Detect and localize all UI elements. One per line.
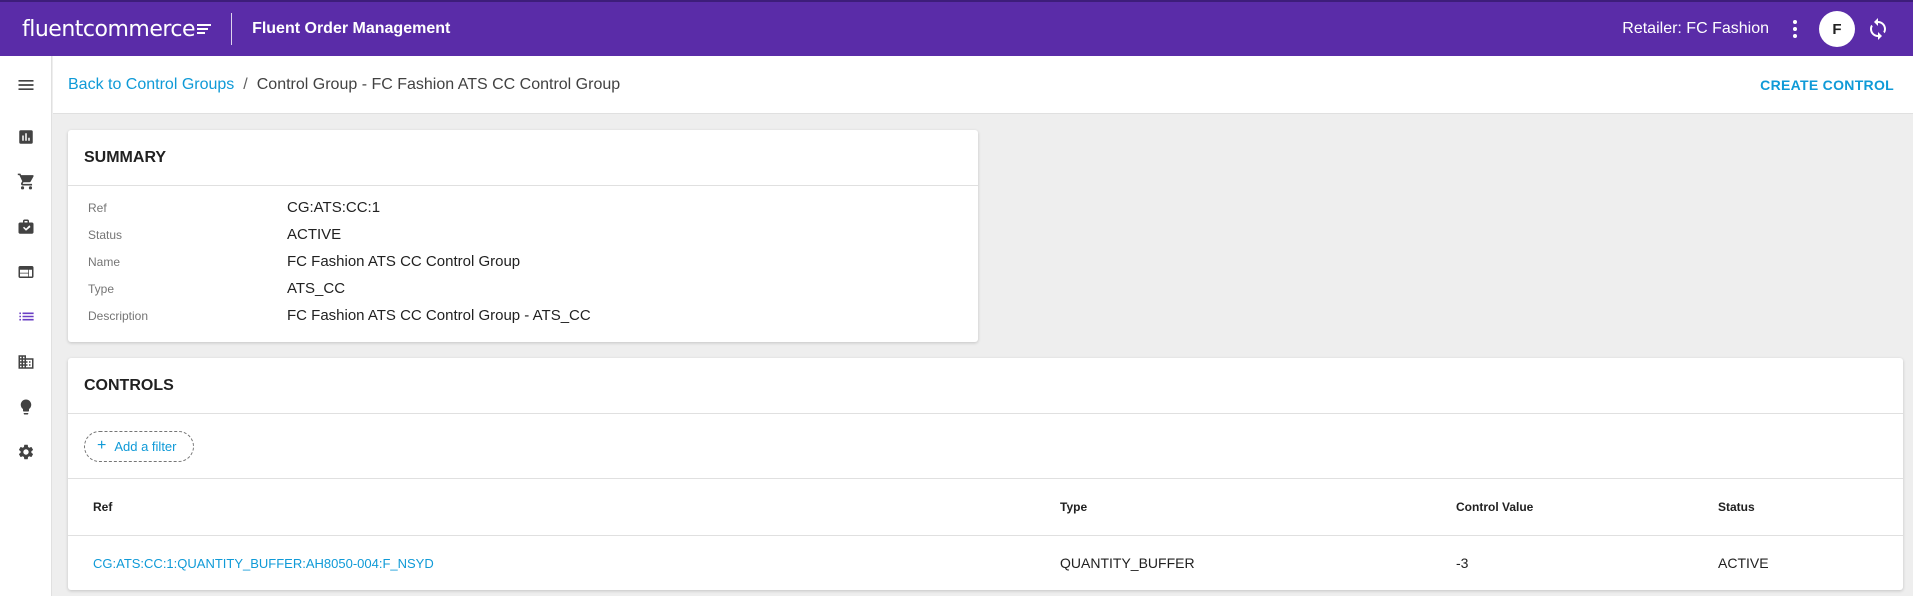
summary-label: Status [88, 227, 123, 242]
summary-rows: Ref CG:ATS:CC:1 Status ACTIVE Name FC Fa… [68, 186, 978, 329]
cell-status: ACTIVE [1718, 555, 1769, 572]
summary-card: SUMMARY Ref CG:ATS:CC:1 Status ACTIVE Na… [68, 130, 978, 342]
summary-row-name: Name FC Fashion ATS CC Control Group [68, 248, 978, 275]
controls-card: CONTROLS + Add a filter Ref Type Control… [68, 358, 1903, 590]
add-filter-label: Add a filter [114, 438, 177, 454]
back-to-control-groups-link[interactable]: Back to Control Groups [68, 76, 234, 94]
sync-icon[interactable] [1865, 16, 1891, 42]
summary-row-description: Description FC Fashion ATS CC Control Gr… [68, 302, 978, 329]
filter-area: + Add a filter [68, 414, 1903, 479]
add-filter-button[interactable]: + Add a filter [84, 430, 194, 462]
logo-lines-icon [197, 24, 212, 34]
column-header-type[interactable]: Type [1060, 479, 1456, 536]
page-title: Control Group - FC Fashion ATS CC Contro… [256, 75, 621, 93]
summary-row-status: Status ACTIVE [68, 221, 978, 248]
column-header-status[interactable]: Status [1718, 479, 1903, 536]
table-row[interactable]: CG:ATS:CC:1:QUANTITY_BUFFER:AH8050-004:F… [68, 535, 1903, 591]
fluentcommerce-logo[interactable]: fluentcommerce [22, 16, 212, 42]
breadcrumb: Back to Control Groups / Control Group -… [68, 76, 620, 94]
summary-label: Name [88, 254, 121, 269]
web-window-icon[interactable] [0, 249, 52, 294]
user-avatar[interactable]: F [1819, 11, 1855, 47]
summary-row-ref: Ref CG:ATS:CC:1 [68, 194, 978, 221]
summary-label: Description [88, 308, 149, 323]
create-control-button[interactable]: CREATE CONTROL [1760, 77, 1894, 93]
summary-label: Ref [88, 200, 107, 215]
column-header-control-value[interactable]: Control Value [1456, 479, 1718, 536]
summary-value: FC Fashion ATS CC Control Group [287, 253, 521, 270]
summary-title: SUMMARY [68, 130, 978, 186]
summary-row-type: Type ATS_CC [68, 275, 978, 302]
menu-icon[interactable] [0, 56, 52, 114]
control-ref-link[interactable]: CG:ATS:CC:1:QUANTITY_BUFFER:AH8050-004:F… [93, 556, 434, 571]
cell-ref: CG:ATS:CC:1:QUANTITY_BUFFER:AH8050-004:F… [68, 535, 1060, 591]
summary-value: FC Fashion ATS CC Control Group - ATS_CC [287, 307, 591, 324]
lightbulb-icon[interactable] [0, 384, 52, 429]
sidebar-nav [0, 56, 52, 596]
table-header-row: Ref Type Control Value Status [68, 479, 1903, 536]
top-app-bar: fluentcommerce Fluent Order Management R… [0, 0, 1913, 56]
gear-icon[interactable] [0, 429, 52, 474]
briefcase-icon[interactable] [0, 204, 52, 249]
retailer-label[interactable]: Retailer: FC Fashion [1622, 20, 1769, 38]
app-title: Fluent Order Management [252, 20, 451, 37]
logo-text: fluentcommerce [22, 16, 196, 42]
more-vert-icon[interactable] [1783, 17, 1807, 41]
topbar-divider [231, 13, 233, 45]
cell-control-value: -3 [1456, 555, 1469, 572]
building-icon[interactable] [0, 339, 52, 384]
controls-table: Ref Type Control Value Status CG:ATS:CC:… [68, 479, 1903, 591]
summary-label: Type [88, 281, 115, 296]
topbar-right: Retailer: FC Fashion F [1622, 11, 1891, 47]
column-header-ref[interactable]: Ref [68, 479, 1060, 536]
bar-chart-icon[interactable] [0, 114, 52, 159]
breadcrumb-separator: / [243, 75, 248, 93]
list-icon[interactable] [0, 294, 52, 339]
page-header: Back to Control Groups / Control Group -… [53, 56, 1913, 114]
summary-value: ACTIVE [287, 226, 342, 243]
plus-icon: + [97, 437, 107, 454]
cell-type: QUANTITY_BUFFER [1060, 555, 1195, 572]
summary-value: ATS_CC [287, 280, 346, 297]
summary-value: CG:ATS:CC:1 [287, 199, 381, 216]
shopping-cart-icon[interactable] [0, 159, 52, 204]
controls-title: CONTROLS [68, 358, 1903, 414]
